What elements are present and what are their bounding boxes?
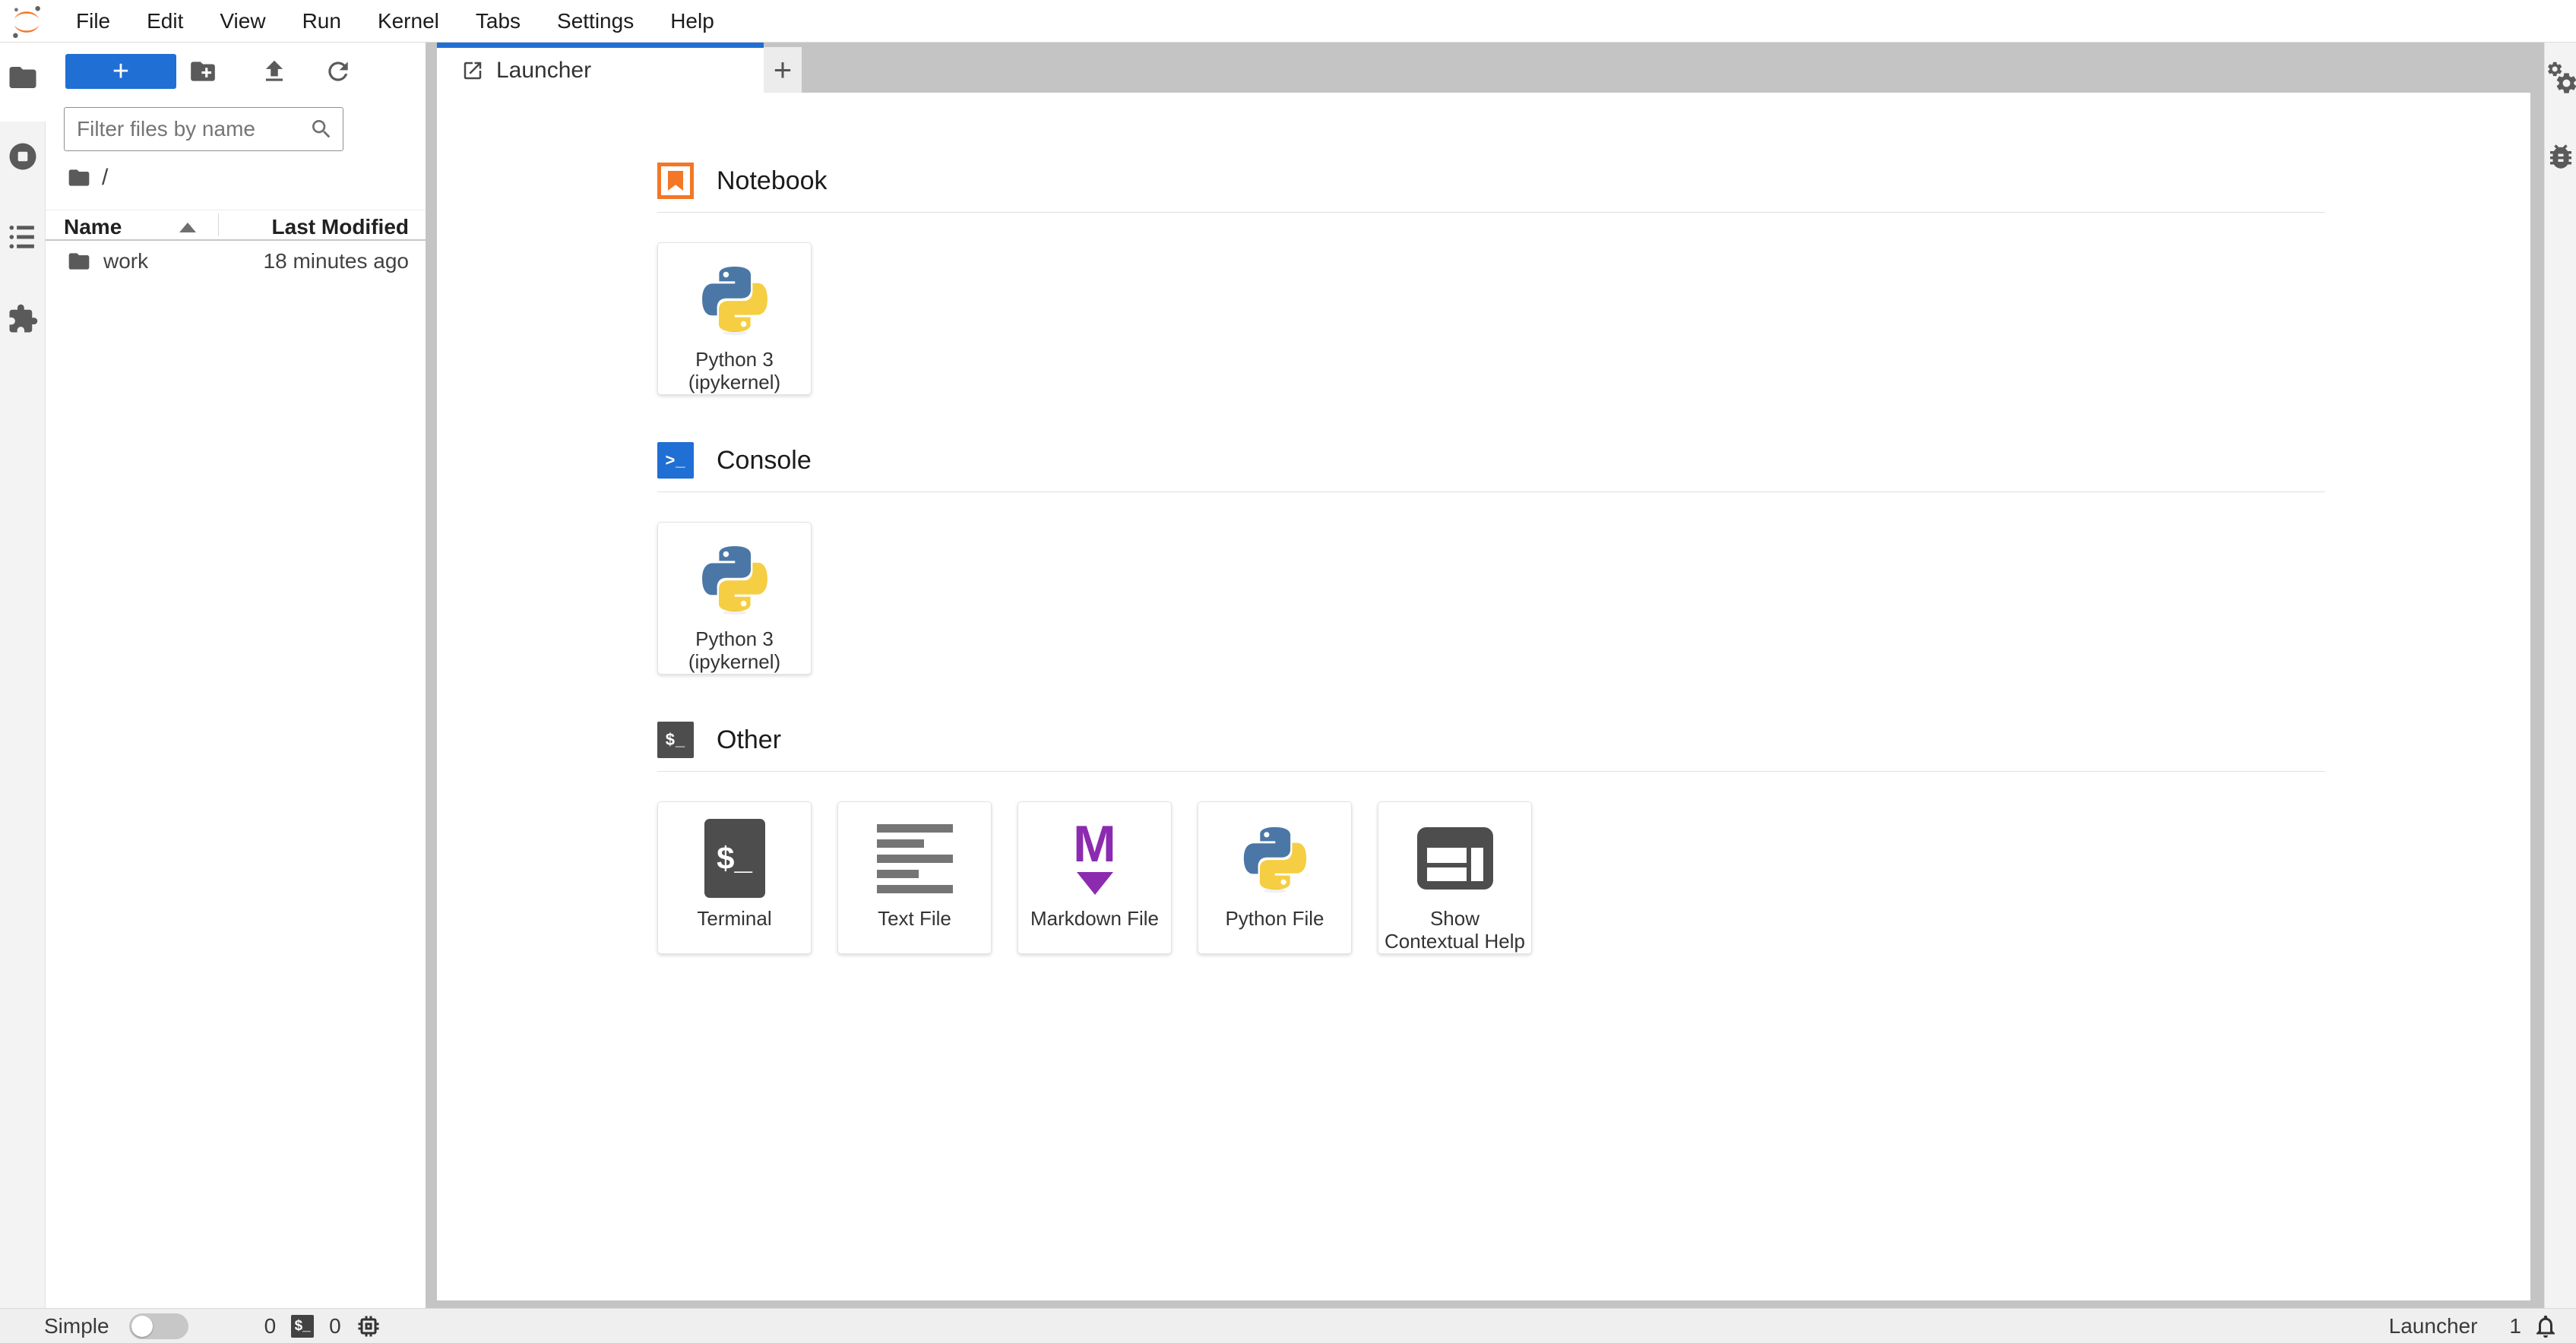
notification-count[interactable]: 1 bbox=[2509, 1314, 2521, 1338]
launcher-card-contextual-help[interactable]: Show Contextual Help bbox=[1378, 801, 1532, 954]
home-folder-icon[interactable] bbox=[67, 166, 91, 190]
tab-bar: Launcher + bbox=[426, 43, 2544, 93]
python-logo-icon bbox=[1240, 810, 1310, 907]
section-divider bbox=[657, 212, 2325, 213]
menu-settings[interactable]: Settings bbox=[539, 0, 652, 42]
launcher-card-terminal[interactable]: $_ Terminal bbox=[657, 801, 812, 954]
new-launcher-button[interactable]: + bbox=[65, 54, 176, 89]
column-last-modified[interactable]: Last Modified bbox=[272, 215, 409, 239]
launcher-card-python-file[interactable]: Python File bbox=[1198, 801, 1352, 954]
section-notebook-header: Notebook bbox=[657, 163, 2325, 199]
launcher-card-console-python3[interactable]: Python 3 (ipykernel) bbox=[657, 522, 812, 675]
terminal-section-icon: $_ bbox=[657, 722, 694, 758]
new-folder-button[interactable] bbox=[188, 56, 219, 87]
upload-icon bbox=[265, 60, 283, 81]
search-icon bbox=[312, 120, 331, 138]
markdown-icon: M bbox=[1073, 818, 1116, 895]
upload-button[interactable] bbox=[260, 56, 290, 87]
breadcrumb: / bbox=[67, 163, 108, 193]
simple-mode-toggle[interactable] bbox=[128, 1313, 188, 1339]
menu-kernel[interactable]: Kernel bbox=[359, 0, 457, 42]
main-dock-area: Launcher + Notebook Python 3 (ipykernel)… bbox=[426, 43, 2544, 1308]
folder-icon bbox=[67, 249, 91, 273]
card-label: Show Contextual Help bbox=[1385, 907, 1525, 953]
status-bar: Simple 0 $_ 0 Launcher 1 bbox=[0, 1308, 2576, 1343]
filter-files-input[interactable] bbox=[77, 117, 309, 141]
menu-tabs[interactable]: Tabs bbox=[457, 0, 539, 42]
kernel-count[interactable]: 0 bbox=[329, 1314, 341, 1338]
column-name[interactable]: Name bbox=[64, 215, 122, 239]
section-title: Console bbox=[717, 445, 812, 475]
python-logo-icon bbox=[698, 530, 771, 627]
file-browser-panel: + / Name Last Modified work 18 minutes a… bbox=[46, 43, 426, 1308]
section-console-header: >_ Console bbox=[657, 442, 2325, 479]
running-sessions-icon[interactable] bbox=[7, 141, 39, 172]
tab-launcher[interactable]: Launcher bbox=[437, 43, 764, 93]
terminal-icon: $_ bbox=[704, 819, 765, 898]
card-label: Python 3 (ipykernel) bbox=[688, 348, 781, 393]
launcher-panel: Notebook Python 3 (ipykernel) >_ Console… bbox=[437, 93, 2530, 1300]
toggle-knob bbox=[131, 1315, 153, 1337]
section-notebook: Notebook Python 3 (ipykernel) bbox=[657, 163, 2325, 395]
jupyter-logo-icon bbox=[9, 5, 44, 40]
refresh-button[interactable] bbox=[324, 56, 354, 87]
section-other: $_ Other $_ Terminal Text File M Markdow… bbox=[657, 722, 2325, 954]
section-title: Other bbox=[717, 725, 782, 754]
section-divider bbox=[657, 771, 2325, 772]
launcher-tab-icon bbox=[464, 62, 482, 79]
simple-mode-label: Simple bbox=[44, 1313, 109, 1338]
section-title: Notebook bbox=[717, 166, 828, 195]
section-divider bbox=[657, 491, 2325, 492]
file-row-work[interactable]: work 18 minutes ago bbox=[46, 242, 426, 282]
card-label: Python File bbox=[1225, 907, 1324, 930]
debugger-icon[interactable] bbox=[2545, 141, 2576, 172]
section-other-header: $_ Other bbox=[657, 722, 2325, 758]
text-file-icon bbox=[876, 823, 953, 893]
launcher-card-markdown-file[interactable]: M Markdown File bbox=[1017, 801, 1172, 954]
extension-manager-icon[interactable] bbox=[7, 303, 39, 335]
menu-view[interactable]: View bbox=[201, 0, 283, 42]
python-logo-icon bbox=[698, 251, 771, 348]
tab-label: Launcher bbox=[496, 57, 592, 83]
new-folder-icon bbox=[191, 62, 215, 81]
sort-ascending-icon bbox=[179, 223, 196, 232]
file-name: work bbox=[103, 249, 149, 273]
new-tab-button[interactable]: + bbox=[764, 47, 802, 93]
left-activity-bar bbox=[0, 43, 46, 1308]
file-browser-icon[interactable] bbox=[7, 62, 39, 93]
console-icon: >_ bbox=[657, 442, 694, 479]
context-label: Launcher bbox=[2388, 1313, 2478, 1338]
filter-files-box bbox=[64, 107, 343, 151]
file-modified: 18 minutes ago bbox=[263, 249, 409, 273]
menu-run[interactable]: Run bbox=[284, 0, 359, 42]
contextual-help-icon bbox=[1416, 810, 1494, 907]
column-divider bbox=[218, 213, 219, 236]
menu-file[interactable]: File bbox=[58, 0, 128, 42]
bell-icon[interactable] bbox=[2532, 1313, 2559, 1340]
file-list-header: Name Last Modified bbox=[46, 210, 426, 241]
section-console: >_ Console Python 3 (ipykernel) bbox=[657, 442, 2325, 675]
notebook-icon bbox=[657, 163, 694, 199]
kernel-chip-icon[interactable] bbox=[355, 1313, 382, 1340]
menu-edit[interactable]: Edit bbox=[128, 0, 201, 42]
menu-bar: File Edit View Run Kernel Tabs Settings … bbox=[0, 0, 2576, 43]
property-inspector-icon[interactable] bbox=[2545, 62, 2576, 93]
launcher-card-text-file[interactable]: Text File bbox=[837, 801, 992, 954]
card-label: Text File bbox=[878, 907, 951, 930]
card-label: Markdown File bbox=[1030, 907, 1160, 930]
menu-help[interactable]: Help bbox=[652, 0, 733, 42]
right-activity-bar bbox=[2544, 43, 2576, 1308]
launcher-card-notebook-python3[interactable]: Python 3 (ipykernel) bbox=[657, 242, 812, 395]
table-of-contents-icon[interactable] bbox=[7, 221, 39, 253]
card-label: Python 3 (ipykernel) bbox=[688, 627, 781, 673]
breadcrumb-root[interactable]: / bbox=[102, 165, 108, 191]
terminal-count[interactable]: 0 bbox=[264, 1314, 277, 1338]
card-label: Terminal bbox=[697, 907, 772, 930]
terminal-badge-icon[interactable]: $_ bbox=[291, 1314, 315, 1338]
refresh-icon bbox=[328, 62, 348, 81]
